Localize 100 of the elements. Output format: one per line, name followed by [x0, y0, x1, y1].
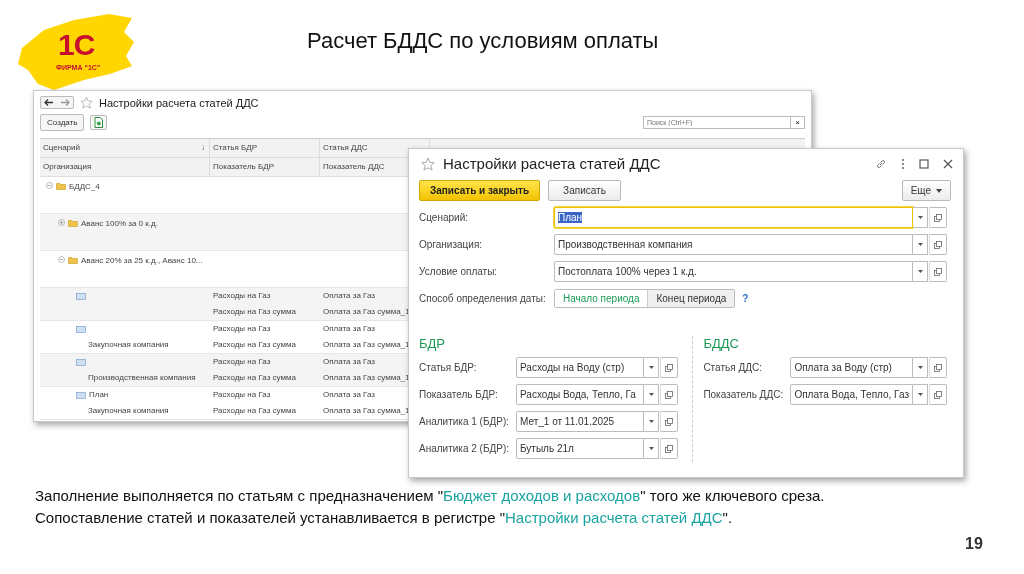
note-text: Заполнение выполняется по статьям с предназначением "Бюджет доходов и расходов" того же ключевого среза.	[35, 486, 825, 506]
field-label: Условие оплаты:	[419, 266, 499, 277]
open-icon	[665, 444, 674, 453]
table-cell-text: Расходы на Газ сумма	[212, 339, 297, 351]
section-heading: БДР	[419, 336, 446, 351]
dropdown-button[interactable]	[913, 384, 928, 405]
table-cell-text: Оплата за Газ сумма_1	[322, 372, 411, 384]
dropdown-button[interactable]	[913, 357, 928, 378]
document-icon	[94, 117, 104, 128]
dropdown-button[interactable]	[913, 261, 928, 282]
open-icon	[934, 213, 942, 222]
page-number: 19	[965, 535, 983, 553]
open-button[interactable]	[929, 384, 947, 405]
table-cell: Производственная компания	[88, 373, 196, 382]
record-icon	[76, 391, 86, 399]
caret-icon	[917, 243, 923, 246]
create-button[interactable]: Создать	[40, 114, 85, 131]
open-button[interactable]	[929, 357, 947, 378]
save-close-button[interactable]: Записать и закрыть	[419, 180, 541, 201]
table-cell-text: Расходы на Газ	[212, 290, 272, 302]
open-icon	[665, 390, 674, 399]
open-button[interactable]	[929, 234, 947, 255]
refresh-button[interactable]	[90, 115, 108, 130]
clear-button[interactable]: ×	[791, 116, 805, 129]
field-label: Статья БДР:	[419, 362, 478, 373]
table-cell-text: Оплата за Газ сумма_1	[322, 306, 411, 318]
dropdown-button[interactable]	[644, 438, 660, 459]
column-header[interactable]: Сценарий	[43, 139, 80, 157]
link-icon[interactable]	[875, 157, 887, 170]
sort-arrow: ↓	[201, 142, 205, 154]
folder-icon	[56, 182, 66, 190]
expand-icon[interactable]	[58, 219, 65, 226]
caret-icon	[648, 393, 654, 396]
section-heading: БДДС	[703, 336, 740, 351]
field-label: Показатель ДДС:	[703, 389, 785, 400]
slide-title: Расчет БДДС по условиям оплаты	[307, 28, 659, 54]
folder-icon	[68, 256, 78, 264]
dropdown-button[interactable]	[913, 234, 928, 255]
collapse-icon[interactable]	[58, 256, 65, 263]
star-icon[interactable]	[421, 156, 435, 171]
star-icon[interactable]	[80, 96, 93, 109]
input-field[interactable]: Мет_1 от 11.01.2025	[516, 411, 645, 432]
dropdown-button[interactable]	[644, 384, 660, 405]
table-cell-text: Расходы на Газ сумма	[212, 372, 297, 384]
input-field[interactable]: План	[554, 207, 913, 228]
input-field[interactable]: Расходы на Воду (стр)	[516, 357, 645, 378]
open-icon	[934, 267, 942, 276]
maximize-icon[interactable]	[919, 158, 929, 169]
input-field[interactable]: Оплата Вода, Тепло, Газ	[790, 384, 913, 405]
field-label: Аналитика 1 (БДР):	[419, 416, 511, 427]
table-cell: Закупочная компания	[88, 406, 169, 415]
table-cell-text: Расходы на Газ	[212, 323, 272, 335]
record-icon	[76, 358, 86, 366]
toggle-option[interactable]: Начало периода	[555, 290, 649, 307]
more-button[interactable]: Еще	[901, 180, 951, 201]
column-header[interactable]: Статья БДР	[210, 139, 320, 157]
open-button[interactable]	[929, 207, 947, 228]
input-field[interactable]: Расходы Вода, Тепло, Га	[516, 384, 645, 405]
more-icon[interactable]	[901, 157, 905, 170]
toggle-option[interactable]: Конец периода	[648, 290, 735, 307]
open-button[interactable]	[929, 261, 947, 282]
table-cell-text: Расходы на Газ	[212, 356, 272, 368]
caret-icon	[936, 188, 942, 193]
group-label[interactable]: Аванс 100% за 0 к.д.	[81, 219, 158, 228]
dropdown-button[interactable]	[913, 207, 928, 228]
field-label: Статья ДДС:	[703, 362, 763, 373]
table-cell-text: Расходы на Газ сумма	[212, 405, 297, 417]
record-icon	[76, 292, 86, 300]
caret-icon	[917, 366, 923, 369]
collapse-icon[interactable]	[46, 182, 53, 189]
dropdown-button[interactable]	[644, 411, 660, 432]
input-field[interactable]: Производственная компания	[554, 234, 913, 255]
dropdown-button[interactable]	[644, 357, 660, 378]
table-cell-text: Расходы на Газ сумма	[212, 306, 297, 318]
field-label: Организация:	[419, 239, 484, 250]
field-label: Сценарий:	[419, 212, 469, 223]
column-header[interactable]: Организация	[40, 158, 210, 176]
group-label[interactable]: Аванс 20% за 25 к.д., Аванс 10...	[81, 256, 203, 265]
table-cell-text: Оплата за Газ сумма_1	[322, 405, 411, 417]
open-button[interactable]	[660, 411, 679, 432]
open-button[interactable]	[660, 438, 679, 459]
table-cell-text: Расходы на Газ	[212, 389, 272, 401]
field-label: Показатель БДР:	[419, 389, 499, 400]
input-field[interactable]: Оплата за Воду (стр)	[790, 357, 913, 378]
close-icon[interactable]	[943, 158, 953, 169]
input-field[interactable]: Бутыль 21л	[516, 438, 645, 459]
input-field[interactable]: Постоплата 100% через 1 к.д.	[554, 261, 913, 282]
column-header[interactable]: Показатель БДР	[210, 158, 320, 176]
open-button[interactable]	[660, 357, 679, 378]
open-icon	[934, 390, 942, 399]
field-label: Аналитика 2 (БДР):	[419, 443, 511, 454]
save-button[interactable]: Записать	[548, 180, 621, 201]
open-icon	[934, 240, 942, 249]
open-button[interactable]	[660, 384, 679, 405]
help-link[interactable]: ?	[742, 293, 749, 304]
logo-mark: 1С	[58, 30, 95, 60]
caret-icon	[917, 393, 923, 396]
group-label[interactable]: БДДС_4	[69, 182, 100, 191]
caret-icon	[648, 420, 654, 423]
caret-icon	[917, 216, 923, 219]
